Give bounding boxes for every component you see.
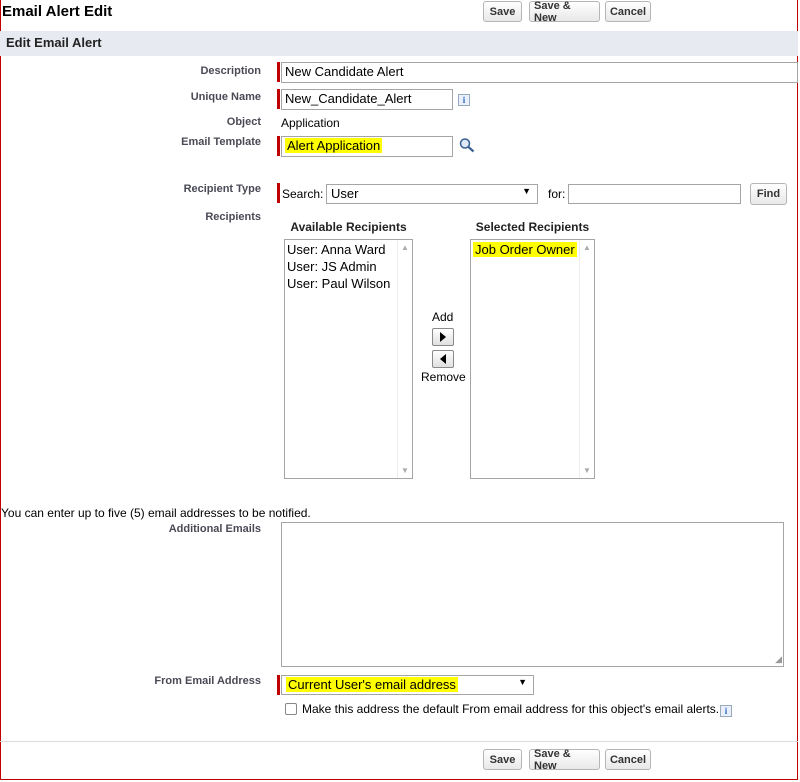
from-email-label: From Email Address bbox=[154, 675, 261, 687]
description-input[interactable]: New Candidate Alert bbox=[281, 62, 798, 83]
save-button-top[interactable]: Save bbox=[483, 1, 522, 22]
cancel-button-top[interactable]: Cancel bbox=[605, 1, 651, 22]
resize-grip-icon[interactable]: ◢ bbox=[775, 654, 782, 665]
required-indicator bbox=[277, 136, 280, 156]
section-title: Edit Email Alert bbox=[6, 35, 102, 50]
required-indicator bbox=[277, 62, 280, 82]
info-icon[interactable]: i bbox=[720, 705, 732, 717]
divider bbox=[0, 741, 798, 742]
selected-recipients-header: Selected Recipients bbox=[475, 220, 590, 234]
required-indicator bbox=[277, 675, 280, 695]
list-item[interactable]: User: JS Admin bbox=[285, 258, 412, 275]
search-label: Search: bbox=[282, 187, 324, 201]
additional-emails-label: Additional Emails bbox=[168, 523, 261, 535]
from-email-selected: Current User's email address bbox=[286, 677, 458, 692]
scrollbar[interactable]: ▲ ▼ bbox=[397, 240, 412, 478]
find-button[interactable]: Find bbox=[750, 183, 787, 205]
scroll-up-icon[interactable]: ▲ bbox=[401, 243, 409, 252]
emails-note: You can enter up to five (5) email addre… bbox=[1, 506, 311, 520]
save-new-button-top[interactable]: Save & New bbox=[529, 0, 600, 24]
from-email-select[interactable]: Current User's email address ▼ bbox=[281, 675, 534, 695]
chevron-down-icon: ▼ bbox=[522, 186, 531, 196]
description-label: Description bbox=[200, 65, 261, 77]
available-recipients-header: Available Recipients bbox=[290, 220, 407, 234]
email-template-label: Email Template bbox=[181, 136, 261, 148]
info-icon[interactable]: i bbox=[458, 94, 470, 106]
page-title: Email Alert Edit bbox=[2, 3, 113, 20]
magnifier-icon[interactable] bbox=[458, 137, 476, 153]
recipient-type-selected: User bbox=[331, 186, 359, 201]
selected-recipient-value: Job Order Owner bbox=[473, 242, 577, 257]
recipient-type-label: Recipient Type bbox=[183, 183, 261, 195]
default-from-checkbox[interactable] bbox=[285, 703, 297, 715]
default-from-label: Make this address the default From email… bbox=[302, 702, 720, 716]
email-template-input[interactable]: Alert Application bbox=[281, 136, 453, 157]
required-indicator bbox=[277, 183, 280, 203]
unique-name-input[interactable]: New_Candidate_Alert bbox=[281, 89, 453, 110]
available-recipients-list[interactable]: User: Anna Ward User: JS Admin User: Pau… bbox=[284, 239, 413, 479]
scroll-down-icon[interactable]: ▼ bbox=[583, 466, 591, 475]
remove-button[interactable] bbox=[432, 350, 454, 368]
recipients-label: Recipients bbox=[205, 211, 261, 223]
arrow-left-icon bbox=[440, 354, 446, 364]
remove-label: Remove bbox=[421, 370, 466, 384]
scrollbar[interactable]: ▲ ▼ bbox=[579, 240, 594, 478]
scroll-down-icon[interactable]: ▼ bbox=[401, 466, 409, 475]
scroll-up-icon[interactable]: ▲ bbox=[583, 243, 591, 252]
add-button[interactable] bbox=[432, 328, 454, 346]
additional-emails-textarea[interactable]: ◢ bbox=[281, 522, 784, 667]
email-template-value: Alert Application bbox=[285, 138, 383, 153]
required-indicator bbox=[277, 89, 280, 109]
add-label: Add bbox=[432, 310, 454, 324]
selected-recipients-list[interactable]: Job Order Owner ▲ ▼ bbox=[470, 239, 595, 479]
save-button-bottom[interactable]: Save bbox=[483, 749, 522, 770]
recipient-type-select[interactable]: User ▼ bbox=[326, 184, 538, 204]
for-label: for: bbox=[548, 187, 566, 201]
section-header bbox=[0, 31, 798, 56]
unique-name-label: Unique Name bbox=[190, 91, 261, 103]
object-value: Application bbox=[281, 116, 340, 130]
chevron-down-icon: ▼ bbox=[518, 677, 527, 687]
recipient-search-input[interactable] bbox=[568, 184, 741, 204]
arrow-right-icon bbox=[440, 332, 446, 342]
list-item[interactable]: User: Anna Ward bbox=[285, 241, 412, 258]
save-new-button-bottom[interactable]: Save & New bbox=[529, 748, 600, 772]
list-item[interactable]: User: Paul Wilson bbox=[285, 275, 412, 292]
cancel-button-bottom[interactable]: Cancel bbox=[605, 749, 651, 770]
object-label: Object bbox=[226, 116, 261, 128]
list-item[interactable]: Job Order Owner bbox=[471, 241, 594, 258]
